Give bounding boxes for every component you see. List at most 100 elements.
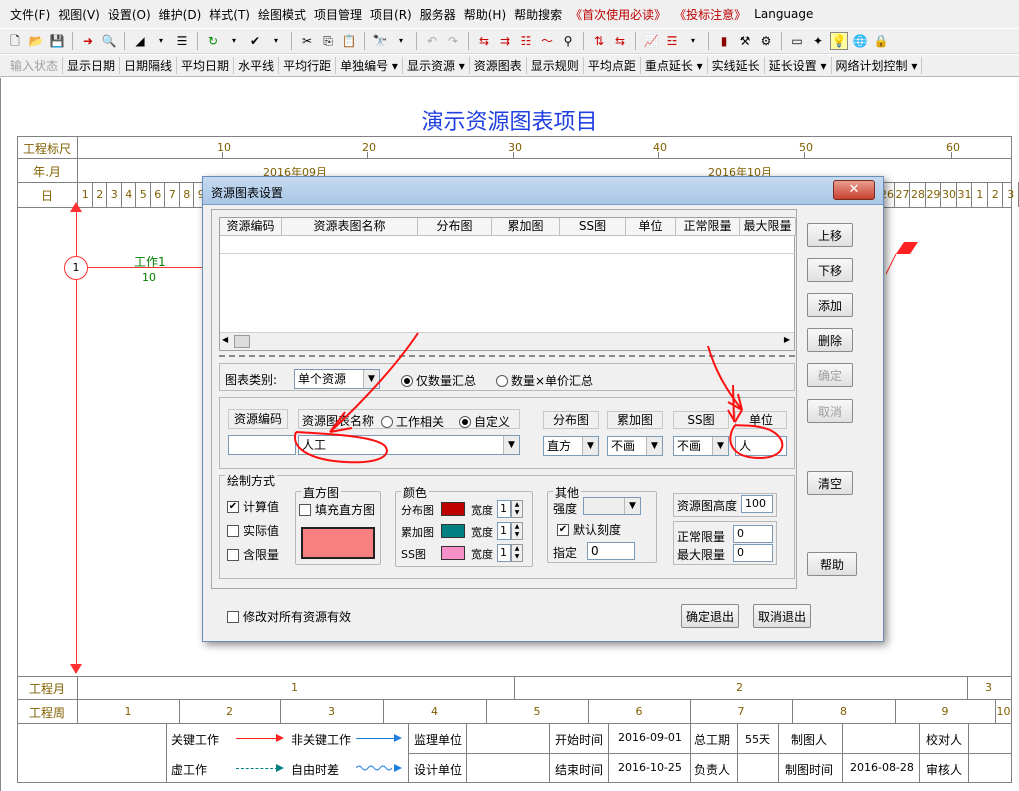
checkbox-box[interactable] <box>227 548 239 561</box>
dist-select[interactable]: 直方 ▼ <box>543 436 599 456</box>
export-icon[interactable]: ➜ <box>79 32 97 50</box>
fill-histogram-checkbox[interactable]: 填充直方图 <box>299 501 375 518</box>
menu-item[interactable]: 维护(D) <box>155 6 206 23</box>
line-style-icon[interactable]: ◢ <box>131 32 149 50</box>
default-scale-checkbox[interactable]: ✔ 默认刻度 <box>557 521 621 538</box>
toolbar-text-button[interactable]: 平均日期 <box>177 57 235 74</box>
normal-limit-input[interactable]: 0 <box>733 525 773 543</box>
checkbox-box[interactable] <box>227 610 239 623</box>
radio-circle[interactable] <box>381 415 393 428</box>
radio-circle[interactable] <box>496 374 508 387</box>
confirm-button[interactable]: 确定 <box>807 363 853 387</box>
network-icon[interactable]: ⇆ <box>475 32 493 50</box>
menu-item[interactable]: 《首次使用必读》 <box>566 6 670 23</box>
align-icon[interactable]: ⇅ <box>590 32 608 50</box>
open-folder-icon[interactable]: 📂 <box>27 32 45 50</box>
ss-select[interactable]: 不画 ▼ <box>673 436 729 456</box>
arrow-line-icon[interactable]: ⇉ <box>496 32 514 50</box>
toolbar-text-button[interactable]: 显示日期 <box>63 57 121 74</box>
toolbar-text-button[interactable]: 显示规则 <box>527 57 584 74</box>
lock-icon[interactable]: 🔒 <box>872 32 890 50</box>
distribute-icon[interactable]: ⇆ <box>611 32 629 50</box>
dist-color-swatch[interactable] <box>441 502 465 516</box>
toolbar-text-button[interactable]: 资源图表 <box>470 57 527 74</box>
cut-icon[interactable]: ✂ <box>298 32 316 50</box>
radio-custom[interactable]: 自定义 <box>459 413 510 430</box>
paste-icon[interactable]: 📋 <box>340 32 358 50</box>
chevron-down-icon[interactable]: ▼ <box>503 436 519 454</box>
tools-icon[interactable]: ⚒ <box>736 32 754 50</box>
cancel-button[interactable]: 取消 <box>807 399 853 423</box>
toolbar-text-button[interactable]: 显示资源 ▾ <box>403 57 470 74</box>
menu-item[interactable]: Language <box>750 7 817 21</box>
menu-item[interactable]: 视图(V) <box>54 6 104 23</box>
resource-grid[interactable]: 资源编码 资源表图名称 分布图 累加图 SS图 单位 正常限量 最大限量 ◀ ▶ <box>219 217 796 351</box>
print-preview-icon[interactable]: 🔍 <box>100 32 118 50</box>
redo-icon[interactable]: ↷ <box>444 32 462 50</box>
radio-circle[interactable] <box>401 374 413 387</box>
max-limit-input[interactable]: 0 <box>733 544 773 562</box>
move-up-button[interactable]: 上移 <box>807 223 853 247</box>
dropdown-arrow-icon[interactable]: ▾ <box>392 32 410 50</box>
scroll-right-icon[interactable]: ▶ <box>784 335 790 344</box>
accum-width-spinner[interactable]: ▲ ▼ <box>511 522 523 540</box>
dropdown-arrow-icon[interactable]: ▾ <box>684 32 702 50</box>
chevron-down-icon[interactable]: ▼ <box>582 437 598 455</box>
resource-name-select[interactable]: 人工 ▼ <box>298 435 520 455</box>
specify-input[interactable]: 0 <box>587 542 635 560</box>
menu-item[interactable]: 服务器 <box>416 6 460 23</box>
ok-exit-button[interactable]: 确定退出 <box>681 604 739 628</box>
check-icon[interactable]: ✔ <box>246 32 264 50</box>
menu-item[interactable]: 文件(F) <box>6 6 54 23</box>
unit-input[interactable]: 人 <box>735 436 787 456</box>
checkbox-box[interactable] <box>299 503 311 516</box>
menu-item[interactable]: 设置(O) <box>104 6 155 23</box>
accum-width-input[interactable]: 1 <box>497 522 511 540</box>
radio-circle[interactable] <box>459 415 471 428</box>
toolbar-text-button[interactable]: 网络计划控制 ▾ <box>832 57 923 74</box>
indent-icon[interactable]: ☰ <box>173 32 191 50</box>
actual-checkbox[interactable]: 实际值 <box>227 522 279 539</box>
undo-icon[interactable]: ↶ <box>423 32 441 50</box>
accum-select[interactable]: 不画 ▼ <box>607 436 663 456</box>
toolbar-text-button[interactable]: 日期隔线 <box>120 57 178 74</box>
gantt-icon[interactable]: ☲ <box>663 32 681 50</box>
tree-icon[interactable]: ⚲ <box>559 32 577 50</box>
check-icon[interactable]: ✔ <box>557 523 569 536</box>
ss-color-swatch[interactable] <box>441 546 465 560</box>
add-button[interactable]: 添加 <box>807 293 853 317</box>
menu-item[interactable]: 绘图模式 <box>254 6 310 23</box>
dist-width-input[interactable]: 1 <box>497 500 511 518</box>
node-circle[interactable]: 1 <box>64 256 88 280</box>
delete-button[interactable]: 删除 <box>807 328 853 352</box>
menu-item[interactable]: 项目管理 <box>310 6 366 23</box>
copy-icon[interactable]: ⎘ <box>319 32 337 50</box>
histogram-color-swatch[interactable] <box>301 527 375 559</box>
dropdown-arrow-icon[interactable]: ▾ <box>225 32 243 50</box>
calc-checkbox[interactable]: ✔ 计算值 <box>227 498 279 515</box>
bar-chart-icon[interactable]: ▮ <box>715 32 733 50</box>
radio-qty-price[interactable]: 数量×单价汇总 <box>496 372 593 389</box>
find-icon[interactable]: 🔭 <box>371 32 389 50</box>
height-input[interactable]: 100 <box>741 495 773 513</box>
new-file-icon[interactable]: 🗋 <box>6 32 24 50</box>
modify-all-checkbox[interactable]: 修改对所有资源有效 <box>227 608 351 625</box>
chevron-down-icon[interactable]: ▼ <box>363 370 379 388</box>
menu-item[interactable]: 帮助搜索 <box>510 6 566 23</box>
menu-item[interactable]: 项目(R) <box>366 6 416 23</box>
dialog-titlebar[interactable]: 资源图表设置 ✕ <box>203 177 883 205</box>
refresh-icon[interactable]: ↻ <box>204 32 222 50</box>
scroll-thumb[interactable] <box>234 335 250 348</box>
radio-qty-only[interactable]: 仅数量汇总 <box>401 372 476 389</box>
chevron-down-icon[interactable]: ▼ <box>646 437 662 455</box>
menu-item[interactable]: 帮助(H) <box>460 6 510 23</box>
accum-color-swatch[interactable] <box>441 524 465 538</box>
save-icon[interactable]: 💾 <box>48 32 66 50</box>
limit-checkbox[interactable]: 含限量 <box>227 546 279 563</box>
check-icon[interactable]: ✔ <box>227 500 239 513</box>
toolbar-text-button[interactable]: 单独编号 ▾ <box>336 57 403 74</box>
globe-icon[interactable]: 🌐 <box>851 32 869 50</box>
move-down-button[interactable]: 下移 <box>807 258 853 282</box>
checkbox-box[interactable] <box>227 524 239 537</box>
chart-type-select[interactable]: 单个资源 ▼ <box>294 369 380 389</box>
